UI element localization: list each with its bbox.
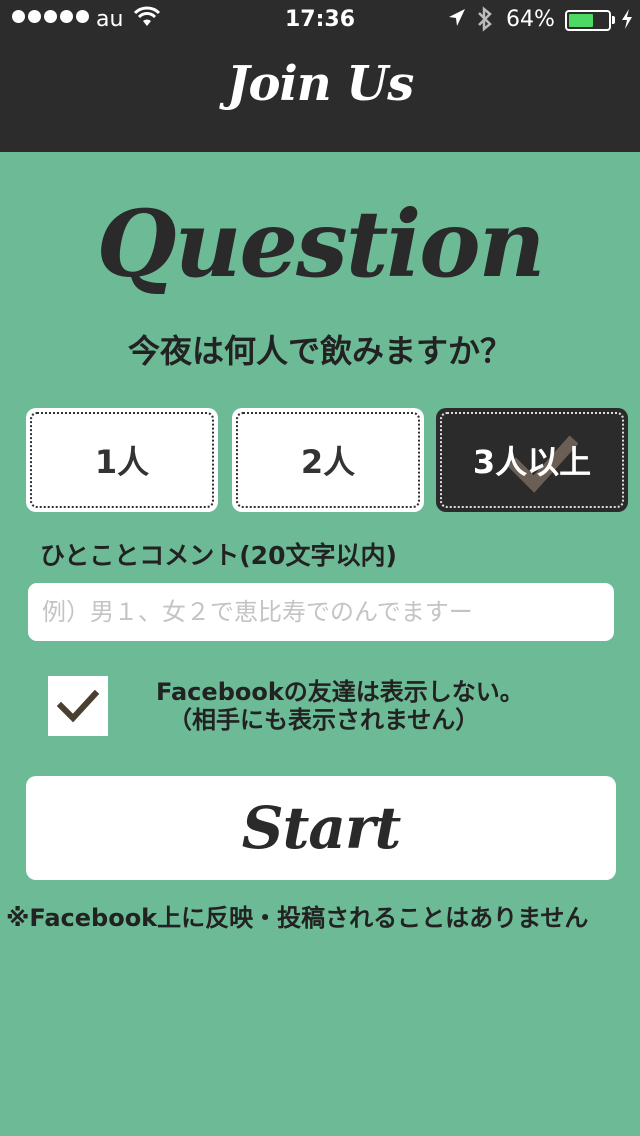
option-label: 3人以上 — [472, 443, 592, 481]
option-label: 2人 — [300, 443, 356, 481]
battery-icon — [565, 10, 611, 31]
nav-title: Join Us — [226, 56, 414, 112]
hide-friends-subtext: （相手にも表示されません） — [168, 706, 480, 734]
question-text: 今夜は何人で飲みますか？ — [127, 332, 512, 370]
navigation-bar: au 17:36 64% Join Us — [0, 0, 640, 152]
start-button[interactable]: Start — [26, 776, 616, 880]
charging-bolt-icon — [620, 8, 634, 35]
option-inner: 3人以上 — [440, 412, 624, 508]
privacy-notice: ※Facebook上に反映・投稿されることはありません — [6, 904, 589, 932]
location-arrow-icon — [447, 7, 467, 35]
comment-input[interactable] — [28, 583, 614, 641]
option-inner: 1人 — [30, 412, 214, 508]
hide-facebook-friends-checkbox[interactable] — [48, 676, 108, 736]
checkmark-icon — [56, 689, 100, 723]
hide-facebook-friends-label: Facebookの友達は表示しない。 （相手にも表示されません） — [156, 678, 524, 734]
option-1-person[interactable]: 1人 — [26, 408, 218, 512]
battery-tip — [612, 16, 615, 24]
battery-percent: 64% — [506, 7, 555, 32]
hide-friends-text: Facebookの友達は表示しない。 — [156, 678, 524, 706]
option-2-people[interactable]: 2人 — [232, 408, 424, 512]
option-3-or-more[interactable]: 3人以上 — [436, 408, 628, 512]
party-size-options: 1人 2人 3人以上 — [26, 408, 628, 512]
option-inner: 2人 — [236, 412, 420, 508]
status-bar: au 17:36 64% — [0, 0, 640, 40]
bluetooth-icon — [476, 5, 494, 39]
option-label: 1人 — [94, 443, 150, 481]
comment-label: ひとことコメント(20文字以内) — [40, 541, 397, 570]
question-heading: Question — [96, 190, 545, 298]
